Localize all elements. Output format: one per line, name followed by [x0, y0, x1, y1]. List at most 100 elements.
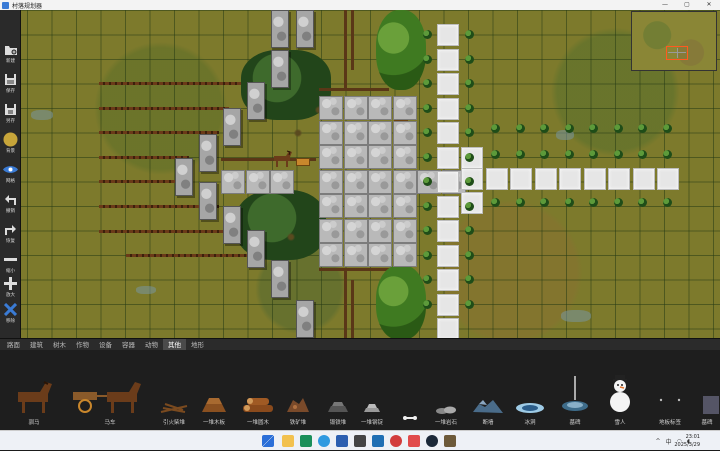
minus-icon [3, 252, 18, 267]
palette-item-floor-tag[interactable]: 地板标签 [648, 354, 692, 426]
app-icon-blue-2[interactable] [372, 435, 384, 447]
marble-tile [608, 168, 630, 190]
cobblestone-tile [245, 170, 270, 194]
shrub [638, 150, 647, 159]
shrub [589, 150, 598, 159]
tab-animals[interactable]: 动物 [140, 339, 163, 351]
palette-item-grave[interactable]: 墓碑 [694, 354, 720, 426]
tab-containers[interactable]: 容器 [117, 339, 140, 351]
shrub [540, 124, 549, 133]
marble-tile [437, 220, 459, 242]
clock[interactable]: 23:01 2025/3/29 [660, 433, 700, 449]
cobblestone-tile [368, 145, 392, 169]
save-as-button[interactable]: 另存 [0, 98, 21, 128]
palette-item-iron-ore[interactable]: 铁矿堆 [276, 354, 320, 426]
log-pile-icon [243, 398, 273, 412]
shrub [465, 250, 474, 260]
tab-other[interactable]: 其他 [163, 338, 186, 351]
undo-icon [3, 192, 18, 207]
tab-road[interactable]: 路面 [2, 339, 25, 351]
app-icon-blue[interactable] [336, 435, 348, 447]
grid-button[interactable]: 网格 [0, 158, 21, 188]
palette-item-rocks[interactable]: 一堆岩石 [424, 354, 468, 426]
shrub [613, 124, 623, 133]
marble-tile [583, 168, 606, 190]
palette-item-logs[interactable]: 一堆圆木 [236, 354, 280, 426]
shrub [465, 226, 474, 235]
horse-cart-icon [73, 382, 141, 413]
redo-icon [3, 222, 18, 237]
tree-cluster [376, 10, 426, 90]
shrub [589, 124, 598, 133]
app-icon-dark[interactable] [354, 435, 366, 447]
palette-item-cart[interactable]: 马车 [70, 354, 150, 426]
remove-button[interactable]: 移除 [0, 298, 21, 328]
shrub [465, 79, 474, 88]
palette-item-snowman[interactable]: 雪人 [598, 354, 642, 426]
shrub [465, 128, 474, 137]
save-button[interactable]: 保存 [0, 68, 21, 98]
app-icon-red[interactable] [408, 435, 420, 447]
shrub [465, 299, 474, 309]
marble-tile [632, 168, 655, 190]
cobblestone-tile [368, 243, 392, 267]
shrub [662, 150, 672, 159]
minimap-viewport[interactable] [666, 46, 688, 60]
tab-equipment[interactable]: 设备 [94, 339, 117, 351]
palette-item-ice-hole[interactable]: 冰洞 [508, 354, 552, 426]
app-icon-green[interactable] [300, 435, 312, 447]
start-icon[interactable] [262, 435, 274, 447]
marble-tile [510, 168, 532, 190]
tab-building[interactable]: 建筑 [25, 339, 48, 351]
palette-item-kindling[interactable]: 引火柴堆 [152, 354, 196, 426]
clock-time: 23:01 [685, 434, 700, 440]
app-icon [2, 1, 9, 9]
steam-icon[interactable] [426, 435, 438, 447]
edge-icon[interactable] [318, 435, 330, 447]
file-explorer-icon[interactable] [282, 435, 294, 447]
palette-item-planks[interactable]: 一堆木板 [192, 354, 236, 426]
window-title: 村落规划器 [12, 2, 43, 10]
minimap[interactable] [631, 11, 717, 71]
crop-row [126, 254, 266, 257]
redo-button[interactable]: 恢复 [0, 218, 21, 248]
cobblestone-tile [319, 169, 343, 194]
shrub [423, 79, 432, 88]
tab-trees[interactable]: 树木 [48, 339, 71, 351]
marble-tile [437, 318, 459, 338]
shrub [423, 103, 432, 113]
left-toolbar: 新建 保存 另存 背景 网格 撤销 恢复 缩小 放大 移除 [0, 10, 21, 338]
cobblestone-tile [368, 169, 392, 194]
cobblestone-tile [368, 194, 392, 218]
undo-button[interactable]: 撤销 [0, 188, 21, 218]
close-button[interactable]: ✕ [698, 0, 720, 10]
village-planner-taskbar-icon[interactable] [444, 435, 456, 447]
palette-item-broken-wall[interactable]: 断墙 [466, 354, 510, 426]
stone-pillar [247, 230, 265, 268]
maximize-button[interactable]: ▢ [676, 0, 698, 10]
shrub [465, 103, 474, 113]
shrub [540, 150, 549, 159]
palette-item-tombstone[interactable]: 墓碑 [553, 354, 597, 426]
eye-icon [3, 162, 18, 177]
shrub [465, 54, 474, 64]
shrub [589, 198, 598, 207]
palette-item-horse[interactable]: 驯马 [12, 354, 56, 426]
clock-date: 2025/3/29 [674, 442, 700, 448]
cobblestone-tile [392, 194, 417, 218]
cobblestone-tile [270, 170, 294, 194]
shrub [465, 201, 474, 211]
minimize-button[interactable]: — [654, 0, 676, 10]
shrub [662, 124, 672, 133]
netease-icon[interactable] [390, 435, 402, 447]
tab-terrain[interactable]: 地形 [186, 339, 209, 351]
shrub [423, 201, 432, 211]
new-button[interactable]: 新建 [0, 38, 21, 68]
background-button[interactable]: 背景 [0, 128, 21, 158]
map-canvas[interactable] [21, 10, 720, 338]
plus-icon [3, 276, 18, 291]
tab-crops[interactable]: 作物 [71, 339, 94, 351]
puddle [31, 110, 53, 120]
shrub [515, 198, 525, 207]
cobblestone-tile [343, 145, 368, 169]
